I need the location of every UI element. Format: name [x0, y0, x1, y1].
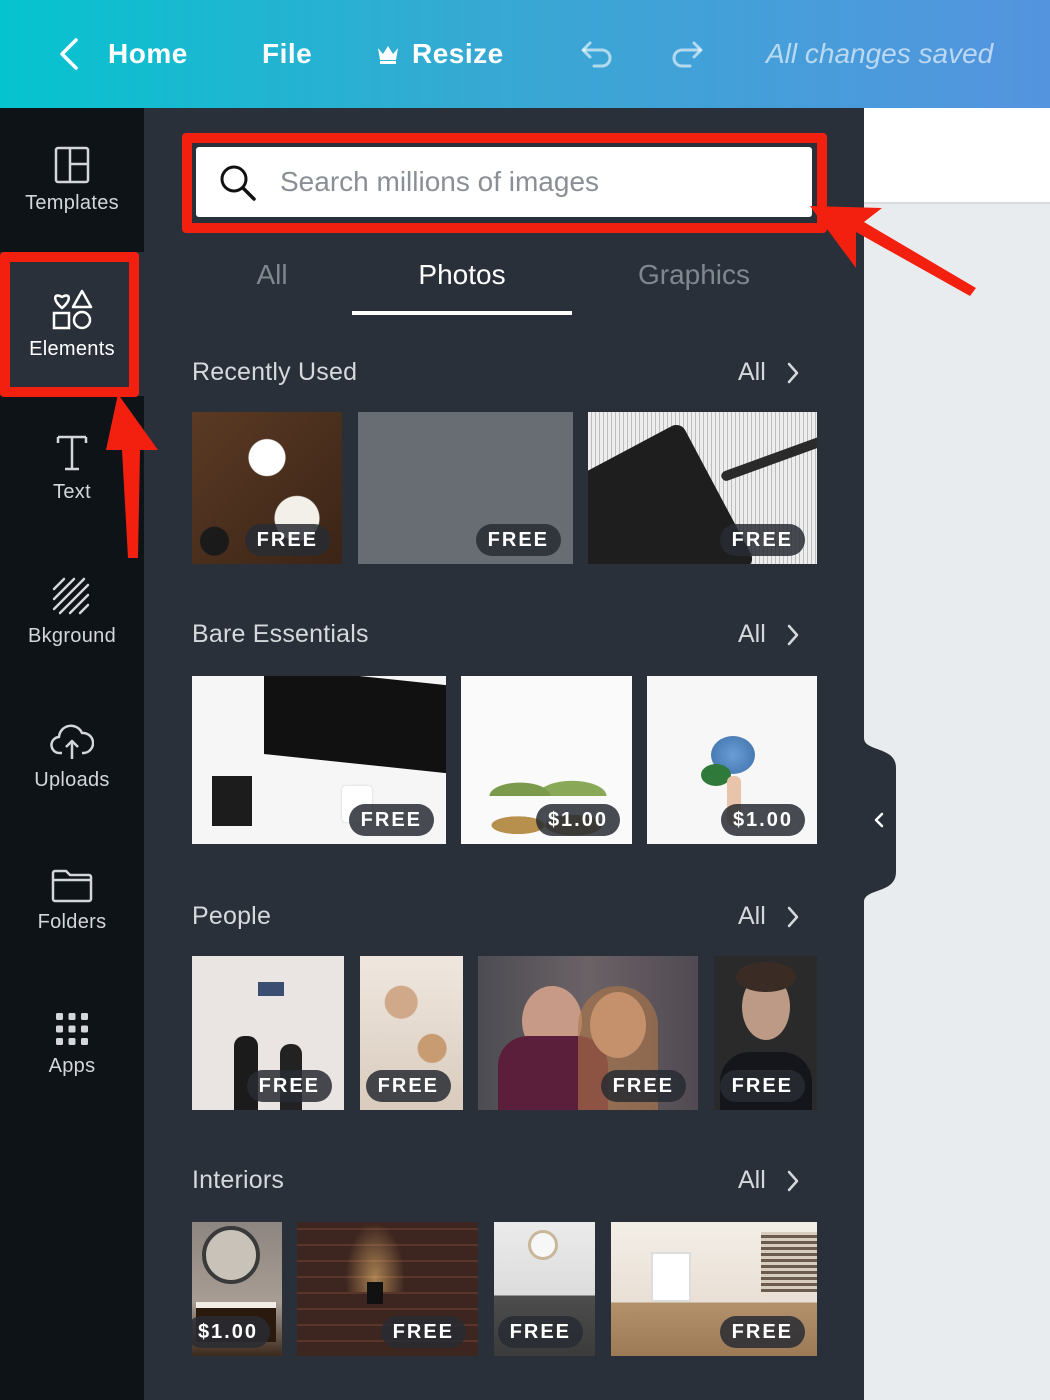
photo-thumbnail[interactable]: FREE — [588, 412, 817, 564]
background-icon — [52, 577, 90, 614]
photo-thumbnail[interactable]: FREE — [192, 412, 342, 564]
arrow-pointer-icon — [810, 206, 976, 296]
see-all-link[interactable]: All — [738, 1166, 800, 1195]
photo-thumbnail[interactable]: FREE — [714, 956, 817, 1110]
nav-uploads-label: Uploads — [34, 768, 110, 791]
photo-thumbnail[interactable]: FREE — [611, 1222, 817, 1356]
cloud-upload-icon — [50, 724, 94, 759]
nav-templates-label: Templates — [25, 191, 119, 214]
see-all-label: All — [738, 620, 766, 648]
chevron-right-icon — [787, 624, 799, 645]
photo-thumbnail[interactable]: FREE — [494, 1222, 595, 1356]
chevron-right-icon — [787, 906, 799, 927]
nav-apps[interactable]: Apps — [0, 972, 144, 1116]
tab-photos[interactable]: Photos — [352, 250, 572, 300]
photo-thumbnail[interactable]: FREE — [297, 1222, 478, 1356]
nav-uploads[interactable]: Uploads — [0, 684, 144, 828]
chevron-right-icon — [787, 1170, 799, 1191]
price-badge: $1.00 — [192, 1316, 270, 1348]
price-badge: $1.00 — [535, 804, 620, 836]
photo-thumbnail[interactable]: FREE — [192, 676, 446, 844]
price-badge: FREE — [497, 1316, 583, 1348]
top-bar: Home File Resize All changes saved — [0, 0, 1050, 108]
price-badge: FREE — [365, 1070, 451, 1102]
templates-icon — [54, 146, 90, 183]
photo-thumbnail[interactable]: FREE — [192, 956, 344, 1110]
crown-icon — [378, 46, 398, 64]
price-badge: $1.00 — [720, 804, 805, 836]
tab-graphics[interactable]: Graphics — [604, 250, 784, 300]
price-badge: FREE — [348, 804, 434, 836]
see-all-label: All — [738, 1166, 766, 1194]
text-icon — [56, 435, 88, 470]
photo-thumbnail[interactable]: FREE — [478, 956, 698, 1110]
folder-icon — [51, 869, 93, 902]
price-badge: FREE — [380, 1316, 466, 1348]
see-all-link[interactable]: All — [738, 620, 800, 649]
resize-label: Resize — [412, 38, 504, 69]
photo-thumbnail[interactable]: $1.00 — [461, 676, 632, 844]
nav-templates[interactable]: Templates — [0, 108, 144, 252]
collapse-panel-button[interactable] — [864, 738, 896, 902]
photo-thumbnail[interactable]: $1.00 — [647, 676, 817, 844]
arrow-pointer-icon — [106, 394, 158, 558]
apps-grid-icon — [56, 1012, 88, 1045]
elements-highlight-box — [0, 252, 139, 397]
active-tab-indicator — [352, 311, 572, 315]
save-status: All changes saved — [766, 38, 994, 69]
photo-thumbnail[interactable]: FREE — [360, 956, 463, 1110]
see-all-link[interactable]: All — [738, 358, 800, 387]
resize-button[interactable]: Resize — [376, 0, 504, 108]
section-title: Recently Used — [192, 358, 358, 386]
price-badge: FREE — [719, 524, 805, 556]
chevron-left-icon[interactable] — [54, 36, 84, 72]
photo-thumbnail[interactable]: $1.00 — [192, 1222, 282, 1356]
price-badge: FREE — [719, 1070, 805, 1102]
see-all-label: All — [738, 358, 766, 386]
nav-folders-label: Folders — [37, 910, 107, 933]
price-badge: FREE — [600, 1070, 686, 1102]
see-all-label: All — [738, 902, 766, 930]
nav-apps-label: Apps — [48, 1054, 96, 1077]
tab-all[interactable]: All — [222, 250, 322, 300]
nav-background-label: Bkground — [27, 624, 116, 647]
photo-thumbnail[interactable]: FREE — [358, 412, 573, 564]
price-badge: FREE — [246, 1070, 332, 1102]
file-menu[interactable]: File — [262, 0, 312, 108]
home-link[interactable]: Home — [108, 0, 188, 108]
chevron-right-icon — [787, 362, 799, 383]
section-title: Interiors — [192, 1166, 285, 1194]
nav-text-label: Text — [53, 480, 91, 503]
nav-folders[interactable]: Folders — [0, 828, 144, 972]
section-title: Bare Essentials — [192, 620, 369, 648]
price-badge: FREE — [475, 524, 561, 556]
see-all-link[interactable]: All — [738, 902, 800, 931]
section-title: People — [192, 902, 272, 930]
price-badge: FREE — [244, 524, 330, 556]
search-highlight-box — [182, 133, 827, 233]
undo-icon[interactable] — [576, 34, 616, 74]
price-badge: FREE — [719, 1316, 805, 1348]
redo-icon[interactable] — [668, 34, 708, 74]
